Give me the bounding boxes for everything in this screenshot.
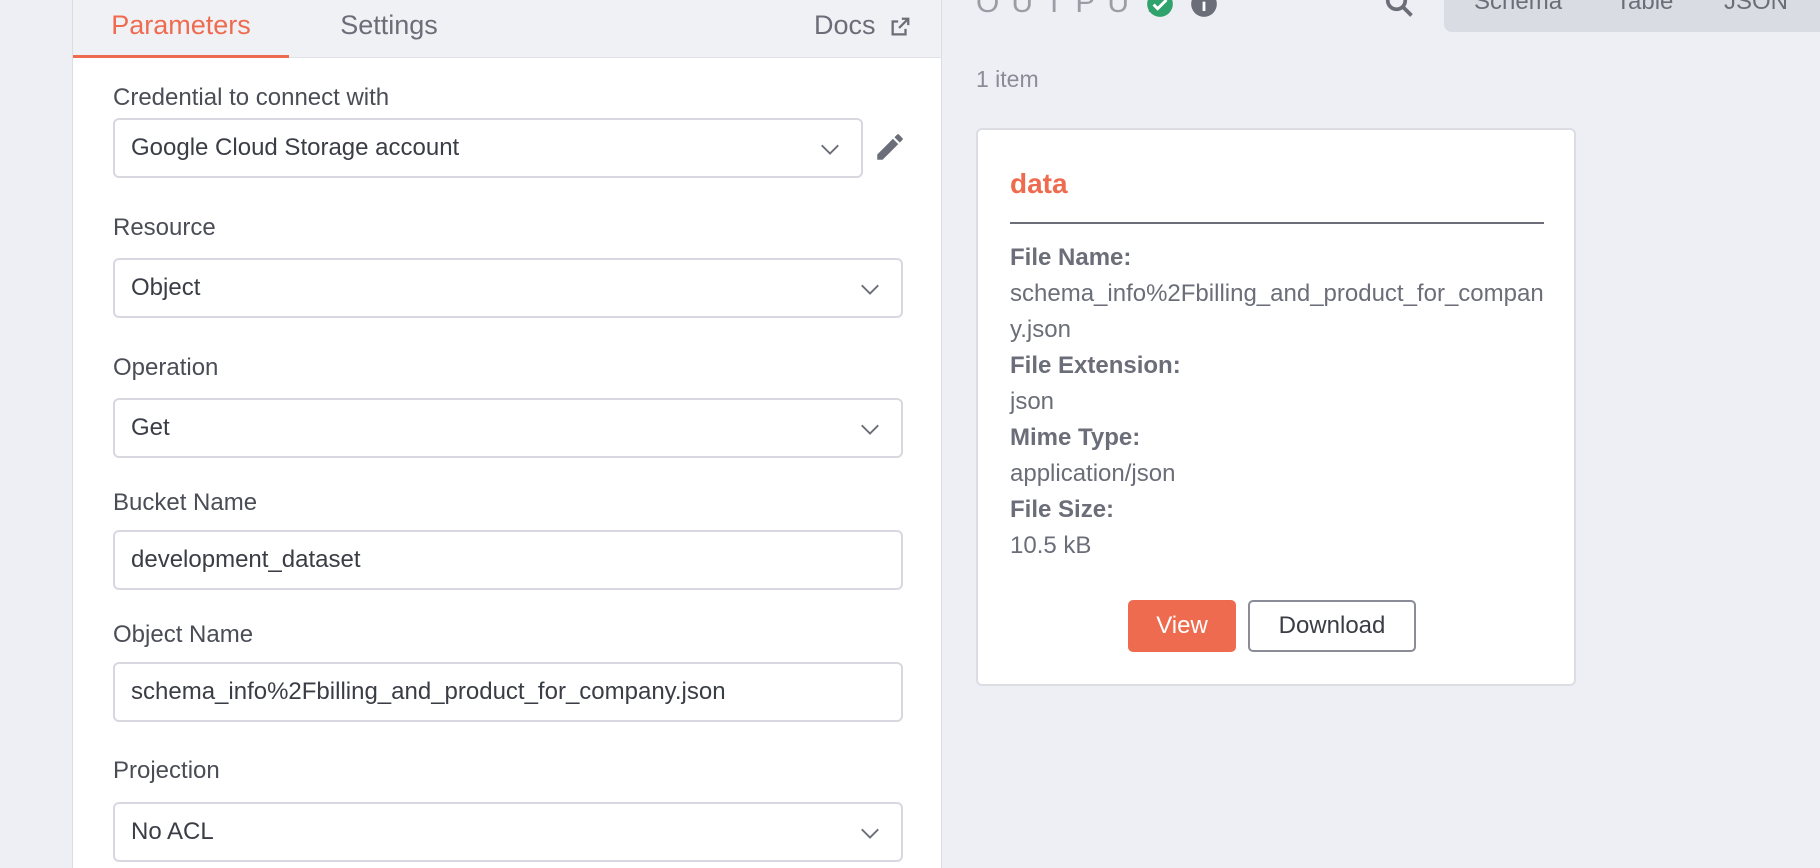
success-check-icon: [1147, 0, 1173, 17]
file-size-field: File Size: 10.5 kB: [1010, 492, 1550, 564]
tab-settings[interactable]: Settings: [321, 0, 457, 58]
operation-label: Operation: [113, 354, 219, 381]
docs-link[interactable]: Docs: [814, 0, 911, 58]
bucket-name-label: Bucket Name: [113, 489, 258, 516]
object-name-value: schema_info%2Fbilling_and_product_for_co…: [131, 678, 726, 705]
object-name-input[interactable]: schema_info%2Fbilling_and_product_for_co…: [113, 662, 903, 722]
operation-select[interactable]: Get: [113, 398, 903, 458]
output-header: OUTPUT: [976, 0, 1172, 19]
view-schema-button[interactable]: Schema: [1474, 0, 1562, 20]
file-extension-key: File Extension:: [1010, 352, 1181, 379]
resource-select[interactable]: Object: [113, 258, 903, 318]
parameters-panel: Parameters Settings Docs Credential to c…: [72, 0, 942, 868]
file-name-field: File Name: schema_info%2Fbilling_and_pro…: [1010, 240, 1550, 348]
download-button[interactable]: Download: [1248, 600, 1416, 652]
chevron-down-icon: [861, 828, 879, 839]
file-size-value: 10.5 kB: [1010, 532, 1092, 559]
view-table-button[interactable]: Table: [1616, 0, 1673, 20]
mime-type-field: Mime Type: application/json: [1010, 420, 1550, 492]
docs-label: Docs: [813, 10, 876, 40]
view-button[interactable]: View: [1128, 600, 1236, 652]
search-icon[interactable]: [1384, 0, 1414, 18]
credential-value: Google Cloud Storage account: [131, 134, 460, 161]
item-count: 1 item: [976, 66, 1039, 92]
mime-type-value: application/json: [1010, 460, 1176, 487]
file-size-key: File Size:: [1010, 496, 1115, 523]
mime-type-key: Mime Type:: [1010, 424, 1141, 451]
object-name-label: Object Name: [113, 621, 254, 648]
projection-label: Projection: [113, 757, 220, 784]
info-icon[interactable]: [1190, 0, 1218, 18]
binary-data-card: data File Name: schema_info%2Fbilling_an…: [976, 128, 1576, 686]
projection-value: No ACL: [131, 818, 214, 845]
resource-value: Object: [131, 274, 201, 301]
file-extension-field: File Extension: json: [1010, 348, 1550, 420]
file-extension-value: json: [1010, 388, 1055, 415]
card-title: data: [1010, 168, 1068, 199]
chevron-down-icon: [861, 284, 879, 295]
bucket-name-value: development_dataset: [131, 546, 361, 573]
projection-select[interactable]: No ACL: [113, 802, 903, 862]
credential-label: Credential to connect with: [113, 84, 390, 111]
pencil-icon[interactable]: [873, 130, 907, 164]
tab-parameters[interactable]: Parameters: [73, 0, 289, 58]
operation-value: Get: [131, 414, 170, 441]
bucket-name-input[interactable]: development_dataset: [113, 530, 903, 590]
card-divider: [1010, 222, 1544, 224]
external-link-icon: [891, 17, 910, 36]
node-tabs: Parameters Settings Docs: [73, 0, 941, 58]
credential-select[interactable]: Google Cloud Storage account: [113, 118, 863, 178]
file-name-value: schema_info%2Fbilling_and_product_for_co…: [1010, 280, 1544, 343]
resource-label: Resource: [113, 214, 216, 241]
file-name-key: File Name:: [1010, 244, 1132, 271]
view-json-button[interactable]: JSON: [1724, 0, 1788, 20]
chevron-down-icon: [861, 424, 879, 435]
output-view-toggle: Schema Table JSON: [1444, 0, 1820, 32]
chevron-down-icon: [821, 144, 839, 155]
